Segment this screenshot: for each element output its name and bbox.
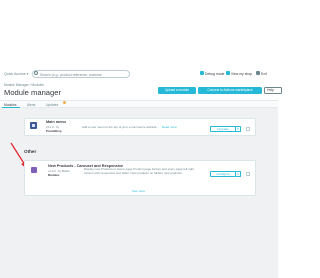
help-button[interactable]: Help bbox=[264, 87, 282, 94]
module-author: Modules bbox=[48, 173, 60, 177]
search-icon bbox=[34, 71, 38, 75]
tab-modules[interactable]: Modules bbox=[4, 103, 16, 107]
user-avatar-icon bbox=[256, 71, 260, 75]
module-actions-dropdown[interactable]: ▾ bbox=[236, 171, 241, 177]
read-more-link[interactable]: … Read more bbox=[158, 125, 177, 129]
page-title: Module manager bbox=[4, 88, 61, 97]
select-module-checkbox[interactable] bbox=[246, 126, 250, 131]
module-description: Display new Products in Home page Produc… bbox=[84, 167, 195, 175]
debug-mode-link[interactable]: Debug mode bbox=[205, 72, 224, 76]
module-author: PrestaShop bbox=[46, 129, 62, 133]
module-manager-screen: Quick Access ▾ Search (e.g.: product ref… bbox=[0, 0, 282, 278]
connect-addons-button[interactable]: Connect to Addons marketplace bbox=[198, 87, 262, 94]
view-shop-link[interactable]: View my shop bbox=[231, 72, 252, 76]
tab-alerts[interactable]: Alerts bbox=[27, 103, 35, 107]
upload-module-button[interactable]: Upload a module bbox=[158, 87, 196, 94]
tab-bar bbox=[0, 100, 278, 108]
configure-button[interactable]: Configure bbox=[210, 171, 236, 177]
search-input[interactable]: Search (e.g.: product reference, custome bbox=[40, 73, 102, 77]
breadcrumb[interactable]: Module Manager / Modules bbox=[4, 83, 44, 87]
updates-badge bbox=[63, 101, 66, 104]
exit-link[interactable]: Exit bbox=[261, 72, 267, 76]
upgrade-button[interactable]: Upgrade bbox=[210, 125, 236, 132]
debug-icon bbox=[200, 71, 204, 75]
module-title: Main menu bbox=[46, 119, 66, 124]
shop-icon bbox=[226, 71, 230, 75]
quick-access-menu[interactable]: Quick Access ▾ bbox=[4, 72, 28, 76]
new-products-module-icon bbox=[31, 167, 37, 173]
main-menu-icon-glyph bbox=[32, 124, 35, 127]
select-module-checkbox[interactable] bbox=[246, 172, 250, 176]
module-actions-dropdown[interactable]: ▾ bbox=[236, 125, 241, 132]
tab-updates[interactable]: Updates bbox=[46, 103, 58, 107]
module-description: Add a new menu to the top of your e-comm… bbox=[82, 124, 177, 129]
see-more-link[interactable]: See more bbox=[132, 189, 145, 193]
